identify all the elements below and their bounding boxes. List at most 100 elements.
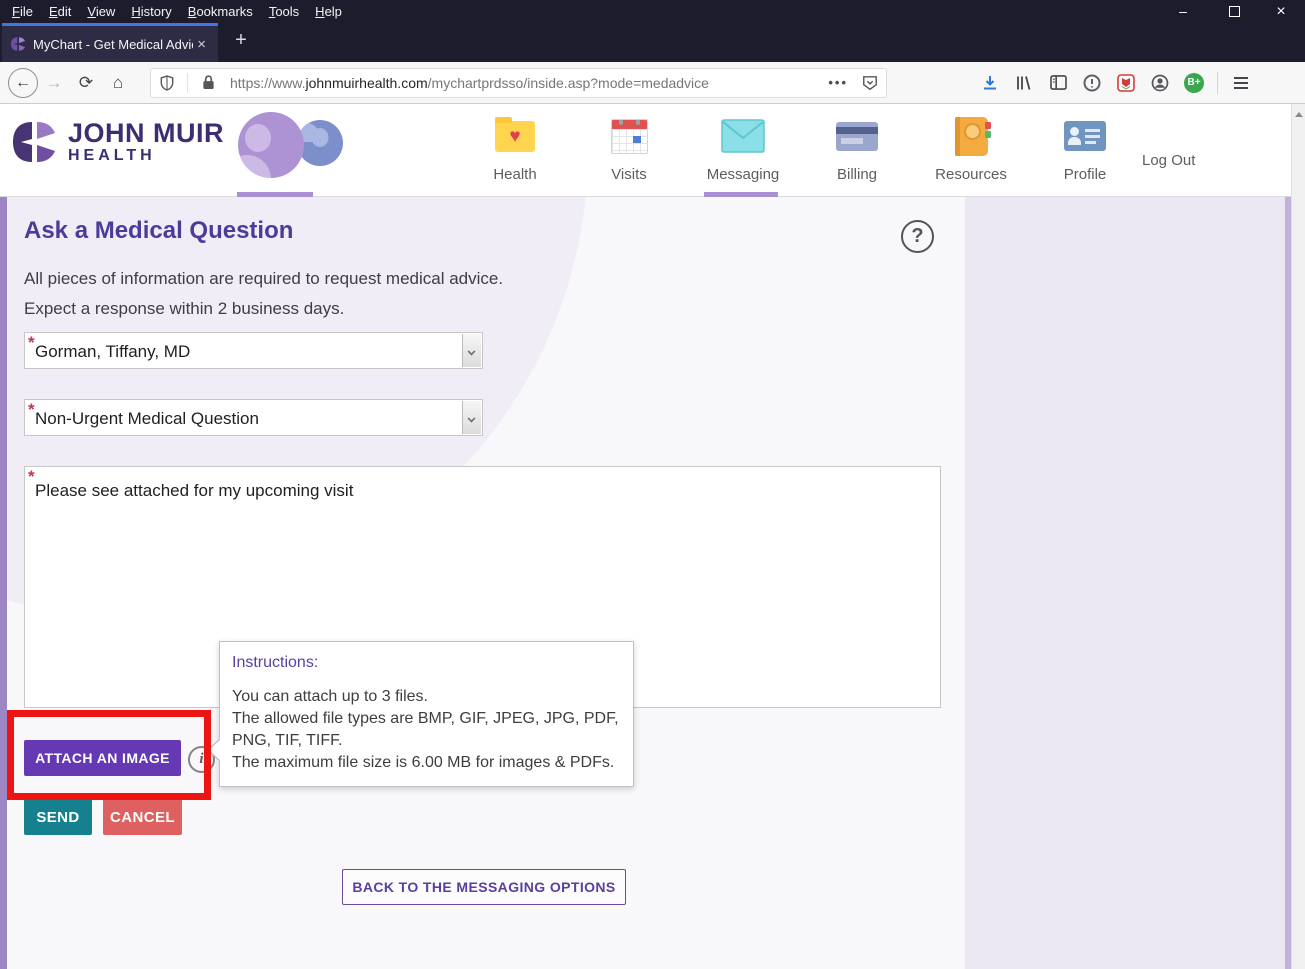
- tooltip-line: You can attach up to 3 files.: [232, 686, 619, 708]
- nav-item-messaging[interactable]: Messaging: [696, 112, 790, 197]
- menu-view[interactable]: View: [79, 4, 123, 19]
- logo-line2: HEALTH: [68, 147, 224, 165]
- lock-icon[interactable]: [192, 67, 224, 99]
- envelope-icon: [721, 119, 765, 153]
- page-scrollbar[interactable]: [1291, 104, 1305, 969]
- required-marker: *: [28, 333, 35, 353]
- tab-close-icon[interactable]: ×: [193, 36, 210, 53]
- tooltip-arrow-inner: [209, 739, 221, 761]
- nav-item-visits[interactable]: Visits: [582, 112, 676, 197]
- nav-label: Profile: [1064, 166, 1107, 183]
- nav-item-health[interactable]: ♥ Health: [468, 112, 562, 197]
- webadvisor-shield-icon[interactable]: [1109, 67, 1143, 99]
- left-accent-strip: [0, 197, 7, 969]
- chevron-down-icon: [468, 348, 476, 356]
- account-avatars[interactable]: [238, 112, 348, 182]
- logo-line1: JOHN MUIR: [68, 119, 224, 147]
- dropdown-arrow-button[interactable]: [462, 334, 481, 367]
- chevron-down-icon: [468, 415, 476, 423]
- provider-dropdown-value: Gorman, Tiffany, MD: [35, 333, 190, 370]
- tooltip-title: Instructions:: [232, 654, 619, 672]
- site-header: JOHN MUIR HEALTH ♥ Health: [0, 104, 1305, 197]
- browser-window: File Edit View History Bookmarks Tools H…: [0, 0, 1305, 969]
- menu-bookmarks[interactable]: Bookmarks: [180, 4, 261, 19]
- browser-toolbar: ← → ⟳ ⌂ https://www.johnmuirhealth.com/m…: [0, 62, 1305, 104]
- nav-item-billing[interactable]: Billing: [810, 112, 904, 197]
- new-tab-button[interactable]: +: [228, 29, 254, 52]
- profile-id-card-icon: [1064, 121, 1106, 151]
- extension-info-icon[interactable]: [1075, 67, 1109, 99]
- divider: [187, 73, 188, 93]
- main-content: Ask a Medical Question ? All pieces of i…: [7, 197, 965, 969]
- nav-item-resources[interactable]: Resources: [924, 112, 1018, 197]
- person-icon: [245, 124, 271, 152]
- window-close-button[interactable]: ×: [1266, 0, 1296, 23]
- send-button[interactable]: SEND: [24, 799, 92, 835]
- help-icon[interactable]: ?: [901, 220, 934, 253]
- menu-tools[interactable]: Tools: [261, 4, 307, 19]
- account-icon[interactable]: [1143, 67, 1177, 99]
- header-nav: ♥ Health Visits: [468, 112, 1152, 197]
- person-body: [238, 155, 271, 178]
- logout-link[interactable]: Log Out: [1142, 152, 1195, 169]
- tab-mychart[interactable]: MyChart - Get Medical Advice ×: [2, 23, 218, 62]
- extension-badge-icon[interactable]: B+: [1177, 67, 1211, 99]
- provider-dropdown[interactable]: * Gorman, Tiffany, MD: [24, 332, 483, 369]
- required-marker: *: [28, 400, 35, 420]
- scroll-up-arrow-icon[interactable]: [1295, 112, 1303, 117]
- nav-label: Messaging: [707, 166, 780, 183]
- health-folder-icon: ♥: [495, 121, 535, 152]
- tracking-protection-shield-icon[interactable]: [151, 67, 183, 99]
- tooltip-line: The maximum file size is 6.00 MB for ima…: [232, 752, 619, 774]
- intro-text-2: Expect a response within 2 business days…: [24, 299, 344, 319]
- nav-label: Health: [493, 166, 536, 183]
- page-title: Ask a Medical Question: [24, 217, 293, 245]
- mychart-favicon: [10, 36, 26, 52]
- divider: [1217, 72, 1218, 94]
- menu-help[interactable]: Help: [307, 4, 350, 19]
- forward-button[interactable]: →: [38, 67, 70, 99]
- credit-card-icon: [836, 122, 878, 151]
- url-bar[interactable]: https://www.johnmuirhealth.com/mychartpr…: [150, 68, 887, 98]
- home-button[interactable]: ⌂: [102, 67, 134, 99]
- primary-avatar[interactable]: [238, 112, 304, 178]
- tab-bar: MyChart - Get Medical Advice × +: [0, 23, 1305, 62]
- cancel-button[interactable]: CANCEL: [103, 799, 182, 835]
- maximize-icon: [1229, 6, 1240, 17]
- menu-bar: File Edit View History Bookmarks Tools H…: [0, 0, 1305, 23]
- library-icon[interactable]: [1007, 67, 1041, 99]
- resources-book-icon: [955, 117, 988, 156]
- question-type-dropdown-value: Non-Urgent Medical Question: [35, 400, 259, 437]
- tab-title: MyChart - Get Medical Advice: [33, 37, 193, 52]
- window-minimize-button[interactable]: –: [1168, 0, 1198, 23]
- nav-item-profile[interactable]: Profile: [1038, 112, 1132, 197]
- back-to-messaging-options-button[interactable]: BACK TO THE MESSAGING OPTIONS: [342, 869, 626, 905]
- required-marker: *: [28, 467, 35, 487]
- right-side-panel: [965, 197, 1285, 969]
- dropdown-arrow-button[interactable]: [462, 401, 481, 434]
- nav-label: Visits: [611, 166, 647, 183]
- menu-file[interactable]: File: [4, 4, 41, 19]
- logo-text: JOHN MUIR HEALTH: [68, 119, 224, 165]
- sidebar-icon[interactable]: [1041, 67, 1075, 99]
- menu-history[interactable]: History: [123, 4, 179, 19]
- attachment-instructions-tooltip: Instructions: You can attach up to 3 fil…: [219, 641, 634, 787]
- bookmark-shield-icon[interactable]: [854, 67, 886, 99]
- hamburger-menu-icon[interactable]: [1224, 67, 1258, 99]
- toolbar-right-icons: B+: [973, 67, 1258, 99]
- calendar-icon: [611, 119, 648, 154]
- john-muir-health-logo[interactable]: JOHN MUIR HEALTH: [10, 118, 224, 166]
- menu-edit[interactable]: Edit: [41, 4, 79, 19]
- back-button[interactable]: ←: [8, 68, 38, 98]
- attach-an-image-button[interactable]: ATTACH AN IMAGE: [24, 740, 181, 776]
- reload-button[interactable]: ⟳: [70, 67, 102, 99]
- question-type-dropdown[interactable]: * Non-Urgent Medical Question: [24, 399, 483, 436]
- heart-icon: ♥: [509, 127, 520, 146]
- nav-label: Resources: [935, 166, 1007, 183]
- page-actions-icon[interactable]: •••: [828, 75, 848, 90]
- nav-label: Billing: [837, 166, 877, 183]
- message-text: Please see attached for my upcoming visi…: [35, 481, 353, 501]
- window-maximize-button[interactable]: [1219, 0, 1249, 23]
- downloads-icon[interactable]: [973, 67, 1007, 99]
- url-text[interactable]: https://www.johnmuirhealth.com/mychartpr…: [230, 75, 822, 91]
